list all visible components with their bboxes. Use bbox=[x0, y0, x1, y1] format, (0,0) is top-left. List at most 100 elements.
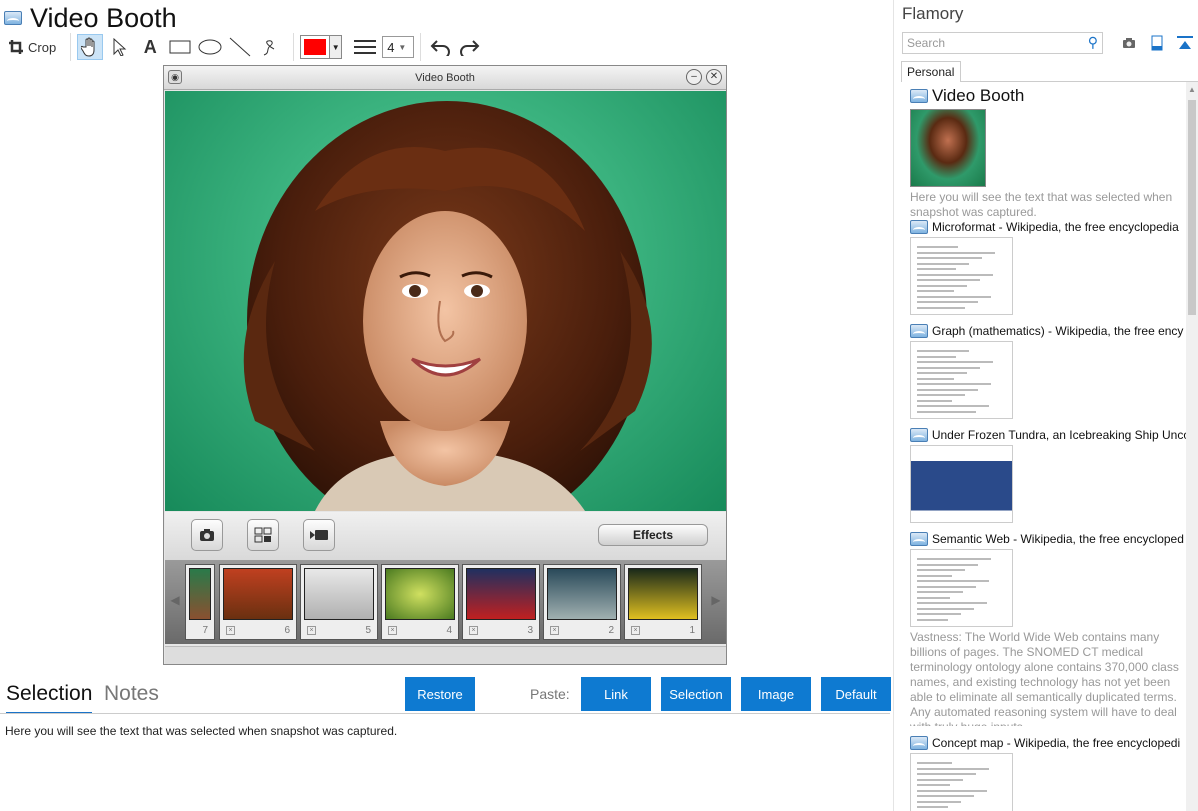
tab-selection[interactable]: Selection bbox=[6, 682, 93, 714]
thumbnail-text-line bbox=[917, 773, 976, 775]
vb-thumbnail-image bbox=[466, 568, 536, 620]
delete-icon: × bbox=[550, 626, 559, 635]
paste-image-button[interactable]: Image bbox=[741, 677, 811, 711]
snapshot-thumbnail bbox=[910, 445, 1013, 523]
snapshot-title-row: Video Booth bbox=[910, 86, 1190, 106]
thumbnail-text-line bbox=[917, 558, 991, 560]
redo-button[interactable] bbox=[457, 34, 483, 60]
page-title: Video Booth bbox=[30, 2, 177, 33]
line-width-icon bbox=[352, 34, 378, 60]
thumbnail-text-line bbox=[917, 789, 987, 792]
chevron-down-icon: ▼ bbox=[398, 42, 407, 52]
webcam-preview-image bbox=[165, 91, 726, 511]
text-tool-icon: A bbox=[143, 36, 157, 57]
thumbnail-text-line bbox=[917, 279, 980, 281]
paste-default-button[interactable]: Default bbox=[821, 677, 891, 711]
take-photo-icon bbox=[191, 519, 223, 551]
thumbnail-text-line bbox=[917, 618, 948, 621]
search-icon[interactable]: ⚲ bbox=[1088, 34, 1098, 51]
line-width-select[interactable]: 4 ▼ bbox=[382, 36, 415, 58]
crop-label: Crop bbox=[28, 39, 57, 55]
vb-thumbnail-number: 3 bbox=[527, 625, 533, 636]
line-tool-button[interactable] bbox=[227, 34, 253, 60]
vb-status-bar bbox=[165, 646, 726, 664]
restore-button[interactable]: Restore bbox=[405, 677, 475, 711]
thumbnail-text-line bbox=[917, 246, 958, 248]
snapshot-title-row: Microformat - Wikipedia, the free encycl… bbox=[910, 220, 1190, 234]
thumbnail-text-line bbox=[917, 795, 974, 797]
sidebar-scrollbar[interactable]: ▲ bbox=[1186, 82, 1198, 811]
search-input[interactable]: Search ⚲ bbox=[902, 32, 1103, 54]
ellipse-tool-button[interactable] bbox=[197, 34, 223, 60]
freehand-icon bbox=[263, 40, 275, 56]
snapshot-item[interactable]: Under Frozen Tundra, an Icebreaking Ship… bbox=[910, 428, 1190, 523]
snapshot-title: Microformat - Wikipedia, the free encycl… bbox=[932, 220, 1179, 234]
paste-link-button[interactable]: Link bbox=[581, 677, 651, 711]
thumbnail-text-line bbox=[917, 613, 961, 615]
scrollbar-thumb[interactable] bbox=[1188, 100, 1196, 315]
thumbnail-text-line bbox=[917, 257, 982, 259]
thumbnail-text-line bbox=[917, 569, 965, 571]
thumbnail-text-line bbox=[917, 301, 978, 303]
chevron-up-icon[interactable]: ▲ bbox=[1188, 85, 1196, 94]
vb-thumbnail-image bbox=[223, 568, 293, 620]
text-tool-button[interactable]: A bbox=[137, 34, 163, 60]
camera-icon[interactable] bbox=[1120, 34, 1138, 52]
vb-thumbnail-image bbox=[189, 568, 211, 620]
select-tool-button[interactable] bbox=[107, 34, 133, 60]
undo-button[interactable] bbox=[427, 34, 453, 60]
snapshot-item[interactable]: Graph (mathematics) - Wikipedia, the fre… bbox=[910, 324, 1190, 419]
page-icon[interactable] bbox=[1148, 34, 1166, 52]
vb-thumbnail-image bbox=[385, 568, 455, 620]
thumbnail-text-line bbox=[917, 377, 954, 380]
tab-notes[interactable]: Notes bbox=[104, 682, 159, 714]
color-picker[interactable]: ▼ bbox=[300, 35, 343, 59]
snapshot-item[interactable]: Concept map - Wikipedia, the free encycl… bbox=[910, 736, 1190, 811]
snapshot-item[interactable]: Video Booth Here you will see the text th… bbox=[910, 86, 1190, 220]
crop-icon bbox=[9, 40, 23, 54]
vb-thumbnail: 7 bbox=[185, 564, 215, 640]
thumbnail-text-line bbox=[917, 778, 963, 781]
thumbnail-text-line bbox=[917, 388, 978, 391]
thumbnail-text-line bbox=[917, 399, 952, 402]
vb-thumbnail-number: 4 bbox=[446, 625, 452, 636]
paste-selection-button[interactable]: Selection bbox=[661, 677, 731, 711]
tab-personal[interactable]: Personal bbox=[901, 61, 961, 82]
line-icon bbox=[229, 37, 251, 57]
thumbnail-text-line bbox=[917, 800, 961, 803]
thumbnail-text-line bbox=[917, 383, 991, 385]
thumbnail-text-line bbox=[917, 372, 967, 374]
delete-icon: × bbox=[388, 626, 397, 635]
chevron-down-icon: ▼ bbox=[329, 36, 342, 58]
snapshot-icon bbox=[910, 324, 928, 338]
vb-thumbnail-number: 1 bbox=[689, 625, 695, 636]
tab-divider bbox=[961, 81, 1198, 82]
thumbnail-text-line bbox=[917, 574, 952, 577]
snapshot-item[interactable]: Microformat - Wikipedia, the free encycl… bbox=[910, 220, 1190, 315]
thumbnail-text-line bbox=[917, 350, 969, 352]
snapshot-item[interactable]: Semantic Web - Wikipedia, the free encyc… bbox=[910, 532, 1190, 726]
collapse-icon[interactable] bbox=[1176, 34, 1194, 52]
delete-icon: × bbox=[631, 626, 640, 635]
search-placeholder: Search bbox=[907, 36, 946, 50]
camera-app-icon: ◉ bbox=[168, 70, 182, 84]
thumbnail-text-line bbox=[917, 295, 991, 298]
selection-text: Here you will see the text that was sele… bbox=[5, 724, 398, 738]
app-title: Flamory bbox=[902, 4, 964, 23]
minimize-icon: – bbox=[686, 69, 702, 85]
freehand-tool-button[interactable] bbox=[257, 34, 283, 60]
snapshot-icon bbox=[910, 736, 928, 750]
crop-button[interactable]: Crop bbox=[4, 34, 60, 60]
vb-window-title: Video Booth bbox=[415, 71, 475, 84]
color-swatch bbox=[304, 39, 327, 55]
close-icon: ✕ bbox=[706, 69, 722, 85]
snapshot-title: Graph (mathematics) - Wikipedia, the fre… bbox=[932, 324, 1184, 338]
hand-tool-button[interactable] bbox=[77, 34, 104, 60]
chevron-right-icon: ▶ bbox=[711, 593, 721, 607]
thumbnail-text-line bbox=[917, 563, 978, 566]
vb-thumbnail: × 3 bbox=[462, 564, 540, 640]
vb-thumbnail-image bbox=[628, 568, 698, 620]
rectangle-tool-button[interactable] bbox=[167, 34, 193, 60]
delete-icon: × bbox=[307, 626, 316, 635]
thumbnail-text-line bbox=[917, 361, 993, 363]
